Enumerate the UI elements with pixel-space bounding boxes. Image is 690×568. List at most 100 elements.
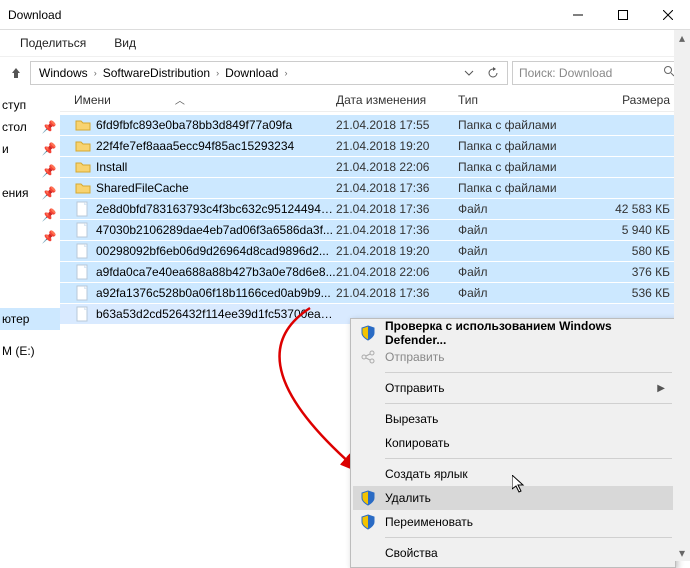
file-name: 22f4fe7ef8aaa5ecc94f85ac15293234 xyxy=(96,139,336,153)
shield-icon xyxy=(359,489,377,507)
pin-icon: 📌 xyxy=(42,164,56,178)
scroll-down-icon[interactable]: ▾ xyxy=(674,545,690,561)
folder-icon xyxy=(74,138,92,154)
breadcrumb[interactable]: Windows› SoftwareDistribution› Download› xyxy=(35,64,455,82)
scroll-up-icon[interactable]: ▴ xyxy=(674,30,690,46)
search-placeholder: Поиск: Download xyxy=(519,66,612,80)
context-cut[interactable]: Вырезать xyxy=(353,407,673,431)
table-row[interactable]: 2e8d0bfd783163793c4f3bc632c951244949...2… xyxy=(60,198,690,219)
file-size: 5 940 КБ xyxy=(590,223,670,237)
file-name: 47030b2106289dae4eb7ad06f3a6586da3f... xyxy=(96,223,336,237)
file-icon xyxy=(74,264,92,280)
context-send-to[interactable]: Отправить ▶ xyxy=(353,376,673,400)
maximize-button[interactable] xyxy=(600,0,645,30)
search-input[interactable]: Поиск: Download xyxy=(512,61,682,85)
pin-icon: 📌 xyxy=(42,142,56,156)
file-size: 580 КБ xyxy=(590,244,670,258)
table-row[interactable]: a92fa1376c528b0a06f18b1166ced0ab9b9...21… xyxy=(60,282,690,303)
file-name: 6fd9fbfc893e0ba78bb3d849f77a09fa xyxy=(96,118,336,132)
file-date: 21.04.2018 22:06 xyxy=(336,265,458,279)
table-row[interactable]: 00298092bf6eb06d9d26964d8cad9896d2...21.… xyxy=(60,240,690,261)
nav-up-button[interactable] xyxy=(6,62,26,84)
context-properties[interactable]: Свойства xyxy=(353,541,673,565)
chevron-right-icon: › xyxy=(284,68,287,78)
chevron-right-icon: › xyxy=(94,68,97,78)
file-date: 21.04.2018 17:36 xyxy=(336,286,458,300)
file-date: 21.04.2018 19:20 xyxy=(336,244,458,258)
submenu-arrow-icon: ▶ xyxy=(657,383,665,394)
breadcrumb-item[interactable]: Windows xyxy=(35,64,92,82)
file-date: 21.04.2018 17:36 xyxy=(336,202,458,216)
column-header-size[interactable]: Размера xyxy=(590,93,670,107)
sidebar-quickaccess[interactable]: ступ xyxy=(0,94,60,116)
shield-icon xyxy=(359,513,377,531)
table-row[interactable]: a9fda0ca7e40ea688a88b427b3a0e78d6e8...21… xyxy=(60,261,690,282)
context-menu: Проверка с использованием Windows Defend… xyxy=(350,318,676,568)
sidebar-item[interactable]: 📌 xyxy=(0,204,60,226)
file-name: 00298092bf6eb06d9d26964d8cad9896d2... xyxy=(96,244,336,258)
refresh-icon[interactable] xyxy=(483,63,503,83)
file-type: Файл xyxy=(458,286,590,300)
file-type: Папка с файлами xyxy=(458,139,590,153)
context-separator xyxy=(385,372,672,373)
file-name: 2e8d0bfd783163793c4f3bc632c951244949... xyxy=(96,202,336,216)
file-type: Файл xyxy=(458,223,590,237)
column-header-name[interactable]: Имени︿ xyxy=(74,92,336,107)
table-row[interactable]: SharedFileCache21.04.2018 17:36Папка с ф… xyxy=(60,177,690,198)
sidebar-pictures[interactable]: ения📌 xyxy=(0,182,60,204)
pin-icon: 📌 xyxy=(42,230,56,244)
chevron-right-icon: › xyxy=(216,68,219,78)
file-type: Папка с файлами xyxy=(458,118,590,132)
sidebar-drive-e[interactable]: M (E:) xyxy=(0,340,60,362)
context-separator xyxy=(385,403,672,404)
vertical-scrollbar[interactable]: ▴ ▾ xyxy=(674,30,690,561)
file-name: SharedFileCache xyxy=(96,181,336,195)
pin-icon: 📌 xyxy=(42,186,56,200)
column-header-type[interactable]: Тип xyxy=(458,93,590,107)
file-size: 536 КБ xyxy=(590,286,670,300)
sidebar-downloads[interactable]: и📌 xyxy=(0,138,60,160)
file-size: 376 КБ xyxy=(590,265,670,279)
file-icon xyxy=(74,306,92,322)
sidebar-item[interactable]: 📌 xyxy=(0,226,60,248)
context-rename[interactable]: Переименовать xyxy=(353,510,673,534)
table-row[interactable]: 6fd9fbfc893e0ba78bb3d849f77a09fa21.04.20… xyxy=(60,114,690,135)
menu-share[interactable]: Поделиться xyxy=(20,36,86,50)
file-type: Файл xyxy=(458,265,590,279)
file-name: a92fa1376c528b0a06f18b1166ced0ab9b9... xyxy=(96,286,336,300)
sidebar-desktop[interactable]: стол📌 xyxy=(0,116,60,138)
file-icon xyxy=(74,285,92,301)
pin-icon: 📌 xyxy=(42,208,56,222)
file-date: 21.04.2018 17:55 xyxy=(336,118,458,132)
context-copy[interactable]: Копировать xyxy=(353,431,673,455)
column-header-date[interactable]: Дата изменения xyxy=(336,93,458,107)
breadcrumb-item[interactable]: Download xyxy=(221,64,282,82)
shield-icon xyxy=(359,324,377,342)
sidebar-item[interactable]: 📌 xyxy=(0,160,60,182)
context-separator xyxy=(385,537,672,538)
address-bar[interactable]: Windows› SoftwareDistribution› Download› xyxy=(30,61,508,85)
table-row[interactable]: 47030b2106289dae4eb7ad06f3a6586da3f...21… xyxy=(60,219,690,240)
cursor-icon xyxy=(512,475,528,495)
file-date: 21.04.2018 17:36 xyxy=(336,181,458,195)
sidebar: ступ стол📌 и📌 📌 ения📌 📌 📌 ютер M (E:) xyxy=(0,88,60,561)
table-row[interactable]: 22f4fe7ef8aaa5ecc94f85ac1529323421.04.20… xyxy=(60,135,690,156)
file-type: Файл xyxy=(458,202,590,216)
menu-view[interactable]: Вид xyxy=(114,36,136,50)
address-dropdown-icon[interactable] xyxy=(459,63,479,83)
context-defender[interactable]: Проверка с использованием Windows Defend… xyxy=(353,321,673,345)
file-date: 21.04.2018 17:36 xyxy=(336,223,458,237)
minimize-button[interactable] xyxy=(555,0,600,30)
table-row[interactable]: Install21.04.2018 22:06Папка с файлами xyxy=(60,156,690,177)
sort-caret-icon: ︿ xyxy=(175,92,185,107)
close-button[interactable] xyxy=(645,0,690,30)
folder-icon xyxy=(74,159,92,175)
file-icon xyxy=(74,243,92,259)
file-size: 42 583 КБ xyxy=(590,202,670,216)
file-type: Папка с файлами xyxy=(458,181,590,195)
file-name: Install xyxy=(96,160,336,174)
sidebar-thispc[interactable]: ютер xyxy=(0,308,60,330)
file-date: 21.04.2018 22:06 xyxy=(336,160,458,174)
breadcrumb-item[interactable]: SoftwareDistribution xyxy=(99,64,214,82)
context-separator xyxy=(385,458,672,459)
